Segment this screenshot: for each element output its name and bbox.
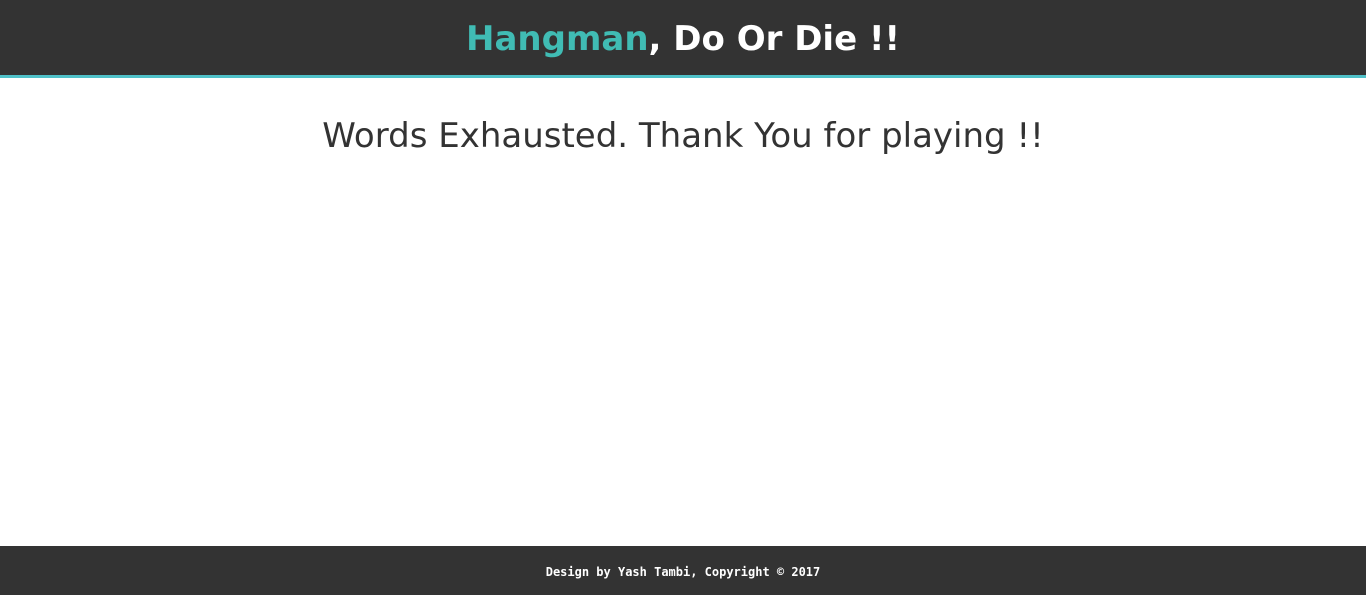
main-content: Words Exhausted. Thank You for playing !… <box>0 78 1366 546</box>
site-footer: Design by Yash Tambi, Copyright © 2017 <box>0 546 1366 595</box>
site-tagline: , Do Or Die !! <box>648 18 900 59</box>
site-title: Hangman, Do Or Die !! <box>466 20 900 56</box>
game-over-message: Words Exhausted. Thank You for playing !… <box>322 116 1044 156</box>
footer-credit: Design by Yash Tambi, Copyright © 2017 <box>545 564 821 579</box>
site-header: Hangman, Do Or Die !! <box>0 0 1366 78</box>
brand-name: Hangman <box>466 18 649 59</box>
